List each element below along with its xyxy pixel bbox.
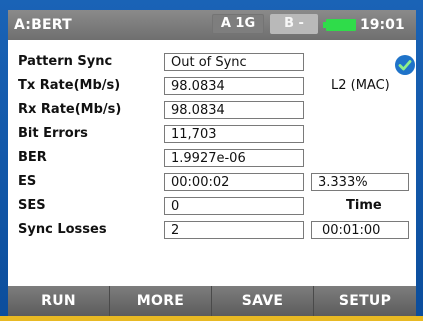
battery-icon [323, 19, 356, 31]
device-frame: A:BERT A 1G B - 19:01 Pattern Sync Tx Ra… [0, 0, 423, 321]
label-bit-errors: Bit Errors [18, 126, 88, 141]
label-ses: SES [18, 198, 46, 213]
label-ber: BER [18, 150, 47, 165]
label-rx-rate: Rx Rate(Mb/s) [18, 102, 122, 117]
field-ber: 1.9927e-06 [164, 149, 304, 167]
softkey-bar: RUN MORE SAVE SETUP [8, 286, 416, 316]
label-sync-losses: Sync Losses [18, 222, 107, 237]
setup-button[interactable]: SETUP [314, 286, 416, 316]
save-button[interactable]: SAVE [212, 286, 314, 316]
clock: 19:01 [360, 17, 405, 33]
more-button[interactable]: MORE [110, 286, 212, 316]
app-title: A:BERT [14, 17, 72, 33]
field-sync-losses: 2 [164, 221, 304, 239]
run-button[interactable]: RUN [8, 286, 110, 316]
field-pattern-sync: Out of Sync [164, 53, 304, 71]
device-accent-strip [0, 316, 423, 321]
field-es-percent: 3.333% [311, 173, 409, 191]
field-ses: 0 [164, 197, 304, 215]
layer-label: L2 (MAC) [331, 78, 390, 93]
field-tx-rate: 98.0834 [164, 77, 304, 95]
checkmark-circle-icon [395, 55, 415, 75]
label-tx-rate: Tx Rate(Mb/s) [18, 78, 121, 93]
time-label: Time [346, 198, 382, 213]
field-elapsed-time: 00:01:00 [311, 221, 409, 239]
label-pattern-sync: Pattern Sync [18, 54, 113, 69]
header-bar: A:BERT A 1G B - 19:01 [8, 10, 416, 40]
field-rx-rate: 98.0834 [164, 101, 304, 119]
screen: A:BERT A 1G B - 19:01 Pattern Sync Tx Ra… [8, 10, 416, 316]
field-bit-errors: 11,703 [164, 125, 304, 143]
port-a-status[interactable]: A 1G [212, 14, 264, 34]
label-es: ES [18, 174, 37, 189]
port-b-status[interactable]: B - [270, 14, 318, 34]
field-es: 00:00:02 [164, 173, 304, 191]
